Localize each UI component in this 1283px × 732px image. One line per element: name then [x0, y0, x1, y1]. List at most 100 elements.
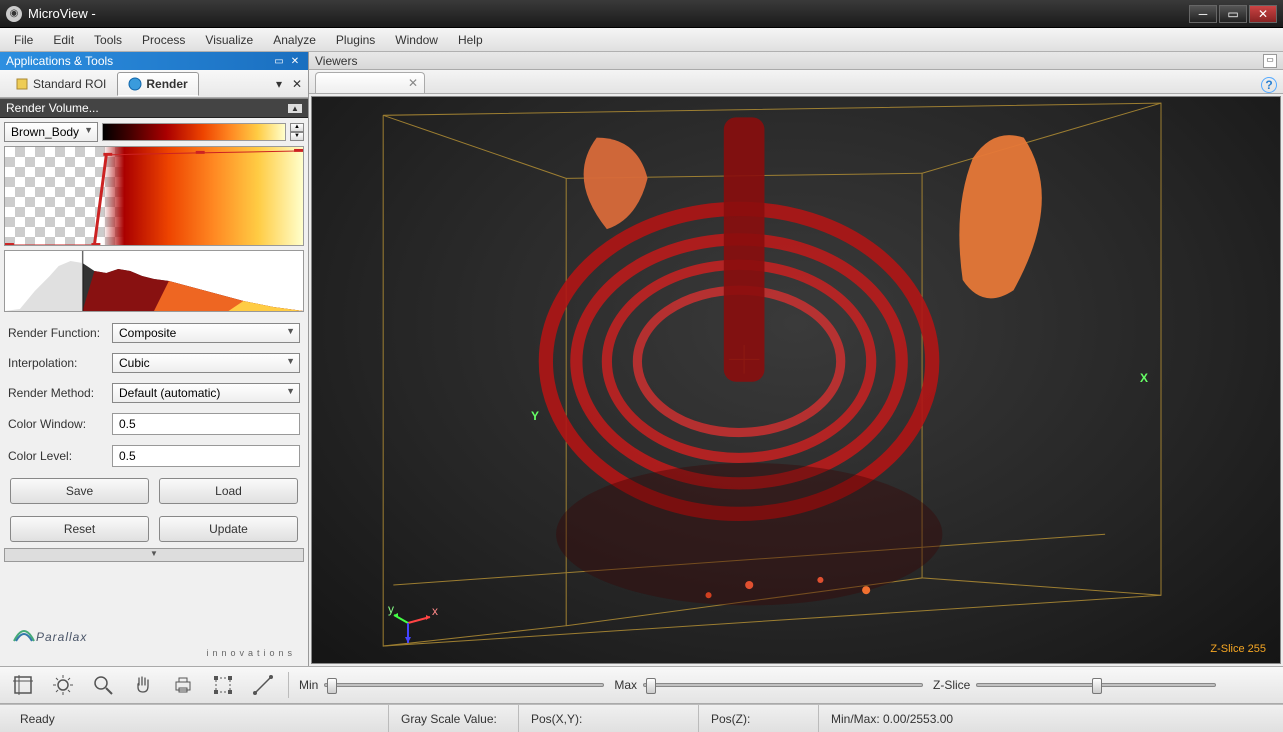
parallax-logo: Parallax innovations [0, 610, 308, 666]
menu-analyze[interactable]: Analyze [263, 30, 326, 50]
close-button[interactable]: ✕ [1249, 5, 1277, 23]
load-button[interactable]: Load [159, 478, 298, 504]
viewers-dock-icon[interactable]: ▭ [1263, 54, 1277, 68]
menu-help[interactable]: Help [448, 30, 493, 50]
status-gray-value: Gray Scale Value: [388, 705, 518, 732]
menu-tools[interactable]: Tools [84, 30, 132, 50]
save-button[interactable]: Save [10, 478, 149, 504]
color-window-label: Color Window: [8, 417, 106, 431]
max-slider-thumb[interactable] [646, 678, 656, 694]
render-viewport[interactable]: X Y Z-Slice 255 x y [311, 96, 1281, 664]
colormap-select[interactable]: Brown_Body [4, 122, 98, 142]
colormap-up-icon[interactable]: ▲ [290, 123, 304, 132]
menu-window[interactable]: Window [385, 30, 448, 50]
render-function-label: Render Function: [8, 326, 106, 340]
svg-text:y: y [388, 602, 394, 616]
histogram-view[interactable] [4, 250, 304, 312]
light-tool-icon[interactable] [48, 670, 78, 700]
max-slider-label: Max [614, 678, 637, 692]
menu-process[interactable]: Process [132, 30, 195, 50]
min-slider-thumb[interactable] [327, 678, 337, 694]
color-level-input[interactable]: 0.5 [112, 445, 300, 467]
axis-x-label: X [1140, 371, 1148, 385]
render-method-value: Default (automatic) [119, 386, 220, 400]
toolbar-separator [288, 672, 289, 698]
status-pos-z: Pos(Z): [698, 705, 818, 732]
panel-title: Applications & Tools [6, 54, 113, 68]
zoom-tool-icon[interactable] [88, 670, 118, 700]
status-minmax: Min/Max: 0.00/2553.00 [818, 705, 1275, 732]
render-method-select[interactable]: Default (automatic) [112, 383, 300, 403]
min-slider[interactable] [324, 683, 604, 687]
tab-render[interactable]: Render [117, 72, 198, 96]
print-tool-icon[interactable] [168, 670, 198, 700]
reset-button[interactable]: Reset [10, 516, 149, 542]
zslice-slider[interactable] [976, 683, 1216, 687]
roi-icon [15, 77, 29, 91]
zslice-slider-label: Z-Slice [933, 678, 970, 692]
zslice-slider-thumb[interactable] [1092, 678, 1102, 694]
viewer-tab[interactable]: ✕ [315, 72, 425, 93]
tab-close-icon[interactable]: ✕ [292, 77, 304, 91]
color-window-input[interactable]: 0.5 [112, 413, 300, 435]
logo-arc-icon [12, 625, 36, 643]
update-button[interactable]: Update [159, 516, 298, 542]
min-slider-label: Min [299, 678, 318, 692]
status-pos-xy: Pos(X,Y): [518, 705, 698, 732]
colormap-preview [102, 123, 286, 141]
interpolation-label: Interpolation: [8, 356, 106, 370]
section-label: Render Volume... [6, 101, 99, 115]
render-method-label: Render Method: [8, 386, 106, 400]
panel-tabs: Standard ROI Render ▾ ✕ [0, 70, 308, 98]
color-window-value: 0.5 [119, 417, 136, 431]
pan-tool-icon[interactable] [128, 670, 158, 700]
tab-label: Standard ROI [33, 77, 106, 91]
crop-tool-icon[interactable] [8, 670, 38, 700]
viewers-area: Viewers ▭ ✕ ? [309, 52, 1283, 666]
interpolation-select[interactable]: Cubic [112, 353, 300, 373]
app-icon: ◉ [6, 6, 22, 22]
render-function-select[interactable]: Composite [112, 323, 300, 343]
scroll-up-icon[interactable]: ▲ [288, 104, 302, 113]
applications-tools-panel: Applications & Tools ▭ ✕ Standard ROI Re… [0, 52, 309, 666]
max-slider[interactable] [643, 683, 923, 687]
tab-dropdown-icon[interactable]: ▾ [276, 77, 288, 91]
panel-close-icon[interactable]: ✕ [288, 54, 302, 68]
render-function-value: Composite [119, 326, 176, 340]
zslice-overlay: Z-Slice 255 [1210, 643, 1266, 655]
color-level-label: Color Level: [8, 449, 106, 463]
menu-visualize[interactable]: Visualize [195, 30, 263, 50]
render-icon [128, 77, 142, 91]
maximize-button[interactable]: ▭ [1219, 5, 1247, 23]
bottom-toolbar: Min Max Z-Slice [0, 666, 1283, 704]
status-ready: Ready [8, 705, 388, 732]
viewer-tab-label [330, 76, 400, 90]
viewer-tab-close-icon[interactable]: ✕ [408, 76, 418, 90]
colormap-value: Brown_Body [11, 125, 79, 139]
menu-plugins[interactable]: Plugins [326, 30, 385, 50]
volume-render-visual [312, 97, 1280, 658]
color-level-value: 0.5 [119, 449, 136, 463]
minimize-button[interactable]: ─ [1189, 5, 1217, 23]
logo-subtext: innovations [12, 648, 296, 658]
orientation-widget[interactable]: x y [388, 593, 444, 649]
line-tool-icon[interactable] [248, 670, 278, 700]
opacity-transfer-editor[interactable] [4, 146, 304, 246]
window-titlebar: ◉ MicroView - ─ ▭ ✕ [0, 0, 1283, 28]
svg-text:x: x [432, 604, 438, 618]
interpolation-value: Cubic [119, 356, 150, 370]
viewers-title: Viewers [315, 54, 357, 68]
colormap-down-icon[interactable]: ▼ [290, 132, 304, 141]
viewers-header: Viewers ▭ [309, 52, 1283, 70]
render-volume-header: Render Volume... ▲ [0, 98, 308, 118]
transform-tool-icon[interactable] [208, 670, 238, 700]
panel-dock-icon[interactable]: ▭ [272, 54, 286, 68]
menu-edit[interactable]: Edit [43, 30, 84, 50]
tab-standard-roi[interactable]: Standard ROI [4, 72, 117, 96]
scroll-down-icon[interactable]: ▼ [4, 548, 304, 562]
menu-file[interactable]: File [4, 30, 43, 50]
menu-bar: File Edit Tools Process Visualize Analyz… [0, 28, 1283, 52]
help-icon[interactable]: ? [1261, 77, 1277, 93]
status-bar: Ready Gray Scale Value: Pos(X,Y): Pos(Z)… [0, 704, 1283, 732]
axis-y-label: Y [531, 409, 539, 423]
